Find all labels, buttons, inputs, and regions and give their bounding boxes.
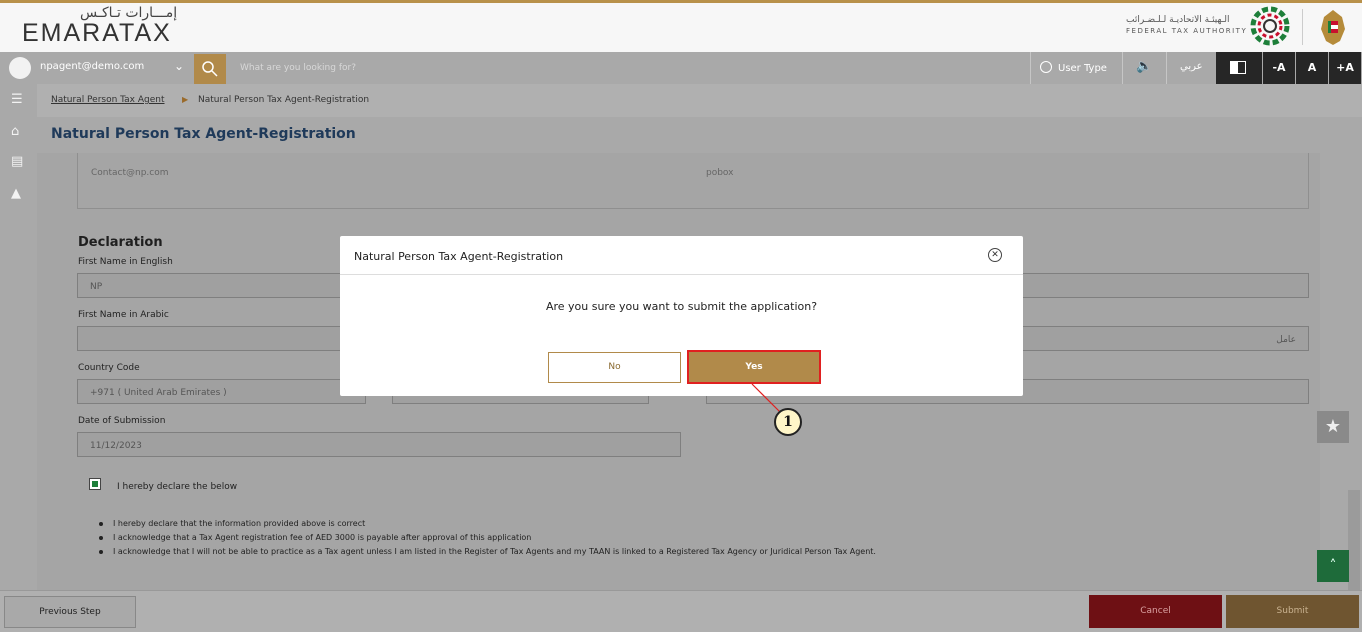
declare-checkbox-label: I hereby declare the below xyxy=(117,482,238,492)
previous-step-button[interactable]: Previous Step xyxy=(4,596,136,628)
contrast-icon xyxy=(1230,61,1246,74)
dialog-message: Are you sure you want to submit the appl… xyxy=(545,300,818,313)
cancel-button[interactable]: Cancel xyxy=(1089,595,1222,628)
font-increase-button[interactable]: +A xyxy=(1329,52,1361,84)
user-email[interactable]: npagent@demo.com xyxy=(40,61,144,72)
right-rail xyxy=(1320,153,1362,590)
list-item: I hereby declare that the information pr… xyxy=(99,519,876,528)
dialog-title: Natural Person Tax Agent-Registration xyxy=(354,250,564,263)
contact-pobox-value: pobox xyxy=(706,168,734,178)
step-callout-badge: 1 xyxy=(774,408,802,436)
home-icon[interactable]: ⌂ xyxy=(11,124,19,139)
list-item: I acknowledge that a Tax Agent registrat… xyxy=(99,533,876,542)
breadcrumb-link-tax-agent[interactable]: Natural Person Tax Agent xyxy=(51,95,165,105)
no-button[interactable]: No xyxy=(548,352,681,383)
font-normal-button[interactable]: A xyxy=(1296,52,1328,84)
search-button[interactable] xyxy=(194,54,226,84)
declaration-list: I hereby declare that the information pr… xyxy=(99,519,876,561)
date-of-submission-field[interactable]: 11/12/2023 xyxy=(77,432,681,457)
contact-section xyxy=(77,153,1309,209)
toolbar-divider xyxy=(1030,52,1031,84)
fta-logo-icon xyxy=(1250,6,1290,46)
language-arabic-button[interactable]: عربي xyxy=(1180,61,1203,72)
list-item: I acknowledge that I will not be able to… xyxy=(99,547,876,556)
declaration-title: Declaration xyxy=(78,235,163,250)
close-icon[interactable]: ✕ xyxy=(988,248,1002,262)
app-header: إمـــارات تـاكـس EMARATAX الـهيئـة الاتح… xyxy=(0,3,1362,52)
scrollbar-thumb[interactable] xyxy=(1348,490,1360,590)
fta-name-arabic: الـهيئـة الاتحاديـة لـلـضـرائب xyxy=(1126,15,1230,25)
emaratax-logo[interactable]: EMARATAX xyxy=(22,19,172,48)
user-type-button[interactable]: User Type xyxy=(1040,61,1107,74)
left-sidebar: ☰ ⌂ ▤ ▲ xyxy=(0,84,37,590)
breadcrumb: Natural Person Tax Agent ▶ Natural Perso… xyxy=(37,84,1362,117)
submit-button[interactable]: Submit xyxy=(1226,595,1359,628)
user-avatar-icon[interactable] xyxy=(9,57,31,79)
toolbar-divider xyxy=(1122,52,1123,84)
dialog-header: Natural Person Tax Agent-Registration ✕ xyxy=(340,236,1023,275)
search-icon xyxy=(202,61,218,77)
favorite-star-button[interactable]: ★ xyxy=(1317,411,1349,443)
country-code-field[interactable]: +971 ( United Arab Emirates ) xyxy=(77,379,366,404)
gear-icon xyxy=(1040,61,1052,73)
speaker-icon[interactable]: 🔈 xyxy=(1136,59,1152,74)
toolbar-divider xyxy=(1166,52,1167,84)
top-toolbar: npagent@demo.com ⌄ User Type 🔈 عربي -A A… xyxy=(0,52,1362,84)
declare-checkbox[interactable] xyxy=(89,478,101,490)
chevron-down-icon[interactable]: ⌄ xyxy=(174,59,184,73)
search-input[interactable] xyxy=(232,54,1022,82)
scroll-to-top-button[interactable]: ˄ xyxy=(1317,550,1349,582)
breadcrumb-current: Natural Person Tax Agent-Registration xyxy=(198,95,370,105)
yes-button[interactable]: Yes xyxy=(687,350,821,384)
first-name-en-label: First Name in English xyxy=(78,257,173,267)
breadcrumb-arrow-icon: ▶ xyxy=(182,95,189,104)
first-name-ar-label: First Name in Arabic xyxy=(78,310,169,320)
confirm-dialog: Natural Person Tax Agent-Registration ✕ … xyxy=(340,236,1023,396)
header-divider xyxy=(1302,9,1303,45)
fta-name-english: FEDERAL TAX AUTHORITY xyxy=(1126,27,1248,35)
uae-emblem-icon xyxy=(1321,10,1345,45)
bank-icon[interactable]: ▲ xyxy=(11,186,21,201)
page-title-bar: Natural Person Tax Agent-Registration xyxy=(37,117,1362,153)
font-decrease-button[interactable]: -A xyxy=(1263,52,1295,84)
clipboard-icon[interactable]: ▤ xyxy=(11,154,23,169)
date-of-submission-label: Date of Submission xyxy=(78,416,166,426)
hamburger-menu-icon[interactable]: ☰ xyxy=(11,92,23,107)
contrast-toggle-button[interactable] xyxy=(1216,52,1262,84)
user-type-label: User Type xyxy=(1058,63,1107,74)
footer-actions: Previous Step Cancel Submit xyxy=(0,590,1362,632)
contact-email-value: Contact@np.com xyxy=(91,168,169,178)
page-title: Natural Person Tax Agent-Registration xyxy=(51,126,356,142)
country-code-label: Country Code xyxy=(78,363,140,373)
